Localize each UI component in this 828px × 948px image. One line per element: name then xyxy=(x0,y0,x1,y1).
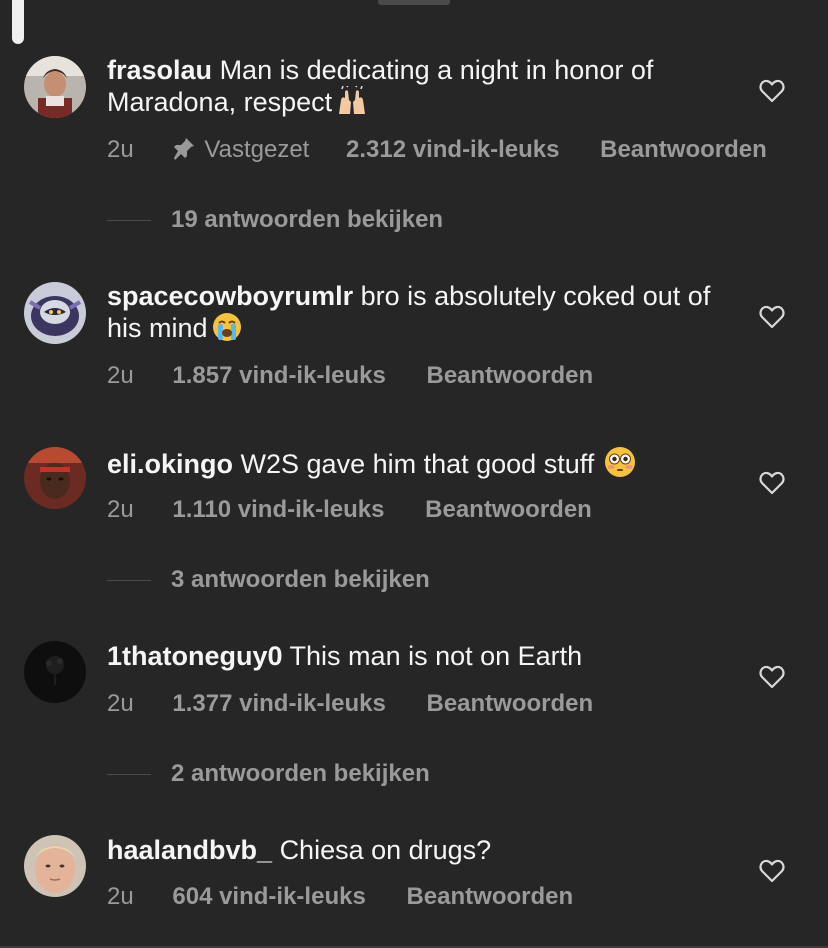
avatar[interactable] xyxy=(24,282,86,344)
avatar[interactable] xyxy=(24,641,86,703)
comment-body: spacecowboyrumlr bro is absolutely coked… xyxy=(107,280,727,349)
comment-body: frasolau Man is dedicating a night in ho… xyxy=(107,54,727,123)
comment-meta: 2u 1.110 vind-ik-leuks Beantwoorden xyxy=(107,494,592,525)
flushed-face-icon xyxy=(604,446,636,485)
comment-username[interactable]: frasolau xyxy=(107,55,212,85)
comment-time: 2u xyxy=(107,882,134,910)
comment-meta: 2u Vastgezet 2.312 vind-ik-leuks Beantwo… xyxy=(107,134,767,165)
comment-text: Chiesa on drugs? xyxy=(279,835,492,865)
raising-hands-icon xyxy=(336,84,368,123)
pinned-label: Vastgezet xyxy=(204,135,310,163)
view-replies-button[interactable]: 19 antwoorden bekijken xyxy=(107,206,443,236)
pin-icon xyxy=(174,138,195,161)
avatar[interactable] xyxy=(24,447,86,509)
heart-outline-icon[interactable] xyxy=(759,471,785,495)
avatar[interactable] xyxy=(24,56,86,118)
pinned-badge: Vastgezet xyxy=(172,134,309,165)
replies-divider xyxy=(107,219,151,221)
replies-divider xyxy=(107,579,151,581)
comment-text: This man is not on Earth xyxy=(289,641,583,671)
heart-outline-icon[interactable] xyxy=(759,305,785,329)
comment-time: 2u xyxy=(107,689,134,717)
comment-meta: 2u 604 vind-ik-leuks Beantwoorden xyxy=(107,881,573,912)
comment-username[interactable]: haalandbvb_ xyxy=(107,835,272,865)
avatar[interactable] xyxy=(24,835,86,897)
comment-text: W2S gave him that good stuff xyxy=(240,449,595,479)
comment-username[interactable]: spacecowboyrumlr xyxy=(107,281,353,311)
comment-username[interactable]: eli.okingo xyxy=(107,449,233,479)
likes-count[interactable]: 604 vind-ik-leuks xyxy=(172,882,365,912)
comment-time: 2u xyxy=(107,495,134,523)
comment-username[interactable]: 1thatoneguy0 xyxy=(107,641,283,671)
drag-handle[interactable] xyxy=(378,0,450,5)
comment-meta: 2u 1.857 vind-ik-leuks Beantwoorden xyxy=(107,360,593,391)
comment-time: 2u xyxy=(107,135,134,163)
comment-time: 2u xyxy=(107,361,134,389)
loudly-crying-face-icon xyxy=(212,312,242,349)
view-replies-button[interactable]: 3 antwoorden bekijken xyxy=(107,566,430,596)
likes-count[interactable]: 1.377 vind-ik-leuks xyxy=(172,689,385,719)
comment-meta: 2u 1.377 vind-ik-leuks Beantwoorden xyxy=(107,688,593,719)
likes-count[interactable]: 1.857 vind-ik-leuks xyxy=(172,361,385,391)
replies-divider xyxy=(107,773,151,775)
likes-count[interactable]: 1.110 vind-ik-leuks xyxy=(172,495,384,525)
heart-outline-icon[interactable] xyxy=(759,79,785,103)
reply-button[interactable]: Beantwoorden xyxy=(425,495,592,525)
view-replies-label[interactable]: 3 antwoorden bekijken xyxy=(171,566,430,593)
comments-panel: frasolau Man is dedicating a night in ho… xyxy=(0,0,828,948)
view-replies-label[interactable]: 19 antwoorden bekijken xyxy=(171,206,443,233)
comment-body: haalandbvb_ Chiesa on drugs? xyxy=(107,834,727,866)
comment-body: eli.okingo W2S gave him that good stuff xyxy=(107,446,727,485)
view-replies-button[interactable]: 2 antwoorden bekijken xyxy=(107,760,430,790)
heart-outline-icon[interactable] xyxy=(759,859,785,883)
view-replies-label[interactable]: 2 antwoorden bekijken xyxy=(171,760,430,787)
heart-outline-icon[interactable] xyxy=(759,665,785,689)
reply-button[interactable]: Beantwoorden xyxy=(406,882,573,912)
reply-button[interactable]: Beantwoorden xyxy=(426,361,593,391)
reply-button[interactable]: Beantwoorden xyxy=(600,135,767,165)
reply-button[interactable]: Beantwoorden xyxy=(426,689,593,719)
likes-count[interactable]: 2.312 vind-ik-leuks xyxy=(346,135,559,165)
scrollbar-thumb[interactable] xyxy=(12,0,24,44)
comment-body: 1thatoneguy0 This man is not on Earth xyxy=(107,640,727,672)
